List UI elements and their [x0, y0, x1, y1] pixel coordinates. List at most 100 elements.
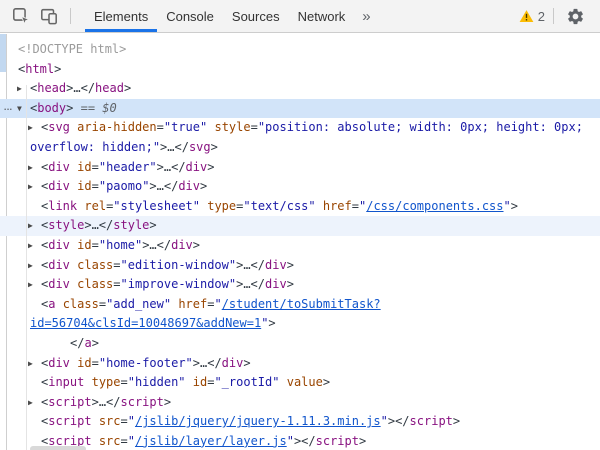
expand-arrow-icon[interactable]: ▶ [28, 158, 41, 178]
dom-text-segment: = [113, 258, 120, 272]
dom-tree-row[interactable]: ▶<style>…</style> [0, 216, 600, 236]
dom-text-segment: src [99, 434, 121, 448]
dom-text-segment: > [164, 395, 171, 409]
dom-tree-row[interactable]: id=56704&clsId=10048697&addNew=1"> [0, 314, 600, 334]
dom-tree-row[interactable]: <script src="/jslib/jquery/jquery-1.11.3… [0, 412, 600, 432]
dom-tree-row[interactable]: ▶<div id="paomo">…</div> [0, 177, 600, 197]
dom-text-segment: > [193, 238, 200, 252]
dom-text-segment: = [113, 277, 120, 291]
dom-tree-row[interactable]: ▶<script>…</script> [0, 393, 600, 413]
expand-arrow-icon[interactable]: ▶ [28, 275, 41, 295]
dom-text-segment: script [316, 434, 359, 448]
dom-tree-row[interactable]: <html> [0, 60, 600, 80]
dom-text-segment: = [92, 179, 99, 193]
dom-tree-row[interactable]: <link rel="stylesheet" type="text/css" h… [0, 197, 600, 217]
node-menu-icon[interactable]: ··· [3, 99, 12, 119]
dom-text-segment: div [48, 160, 70, 174]
dom-text-segment: type [207, 199, 236, 213]
dom-tree-row[interactable]: <a class="add_new" href="/student/toSubm… [0, 295, 600, 315]
dom-text-segment: " [504, 199, 511, 213]
dom-text-segment [55, 297, 62, 311]
dom-text-segment: = [92, 160, 99, 174]
tab-elements[interactable]: Elements [85, 0, 157, 32]
expand-arrow-icon[interactable]: ▶ [28, 236, 41, 256]
dom-text-segment: svg [189, 140, 211, 154]
expand-arrow-icon[interactable]: ▶ [17, 79, 30, 99]
dom-text-segment: >…</ [157, 160, 186, 174]
dom-text-segment: html [25, 62, 54, 76]
resource-link[interactable]: /css/components.css [366, 199, 503, 213]
expand-arrow-icon[interactable]: ▶ [28, 216, 41, 236]
dom-tree-row[interactable]: </a> [0, 334, 600, 354]
dom-tree-row[interactable]: ▶<head>…</head> [0, 79, 600, 99]
dom-text-segment: = [92, 356, 99, 370]
dom-text-segment: >…</ [92, 395, 121, 409]
dom-text-segment: "home-footer" [99, 356, 193, 370]
settings-button[interactable] [562, 3, 588, 29]
dom-tree-row[interactable]: ▶<div class="improve-window">…</div> [0, 275, 600, 295]
dom-text-segment: "_rootId" [214, 375, 279, 389]
tab-sources[interactable]: Sources [223, 0, 289, 32]
dom-text-segment: > [287, 258, 294, 272]
dom-tree-row[interactable]: ▶<svg aria-hidden="true" style="position… [0, 118, 600, 138]
dom-text-segment: svg [48, 120, 70, 134]
dom-text-segment: >…</ [149, 179, 178, 193]
dom-text-segment: >…</ [236, 258, 265, 272]
resource-link[interactable]: id=56704&clsId=10048697&addNew=1 [30, 316, 261, 330]
panel-tabs: ElementsConsoleSourcesNetwork [85, 0, 354, 32]
dom-tree-row[interactable]: <!DOCTYPE html> [0, 40, 600, 60]
inspect-element-icon [12, 7, 30, 25]
dom-text-segment [316, 199, 323, 213]
expand-arrow-icon[interactable]: ▶ [28, 256, 41, 276]
dom-tree-row[interactable]: <script src="/jslib/layer/layer.js"></sc… [0, 432, 600, 450]
dom-text-segment: rel [84, 199, 106, 213]
dom-text-segment: ></ [294, 434, 316, 448]
expand-arrow-icon[interactable]: ▶ [28, 118, 41, 138]
collapse-arrow-icon[interactable]: ▼ [17, 99, 30, 119]
resource-link[interactable]: /jslib/jquery/jquery-1.11.3.min.js [135, 414, 381, 428]
resource-link[interactable]: /student/toSubmitTask? [222, 297, 381, 311]
settings-gear-icon [566, 7, 585, 26]
inspect-element-button[interactable] [8, 3, 34, 29]
tab-console[interactable]: Console [157, 0, 223, 32]
warning-count: 2 [538, 9, 545, 24]
warning-triangle-icon [519, 9, 534, 23]
more-tabs-button[interactable]: » [354, 8, 378, 25]
dom-text-segment: id [77, 238, 91, 252]
dom-tree-row[interactable]: ▶<div id="home-footer">…</div> [0, 354, 600, 374]
dom-text-segment: value [287, 375, 323, 389]
dom-text-segment: = [121, 434, 128, 448]
dom-tree-row[interactable]: overflow: hidden;">…</svg> [0, 138, 600, 158]
device-toolbar-button[interactable] [36, 3, 62, 29]
dom-text-segment: > [511, 199, 518, 213]
dom-tree-row[interactable]: ···▼<body> == $0 [0, 99, 600, 119]
dom-text-segment: div [265, 258, 287, 272]
dom-text-segment: style [48, 218, 84, 232]
dom-tree-row[interactable]: ▶<div id="home">…</div> [0, 236, 600, 256]
issues-warning-button[interactable]: 2 [519, 9, 545, 24]
dom-tree-row[interactable]: ▶<div class="edition-window">…</div> [0, 256, 600, 276]
dom-text-segment: >…</ [160, 140, 189, 154]
dom-text-segment: head [95, 81, 124, 95]
dom-tree-row[interactable]: ▶<div id="header">…</div> [0, 158, 600, 178]
dom-text-segment: > [54, 62, 61, 76]
dom-text-segment: > [323, 375, 330, 389]
expand-arrow-icon[interactable]: ▶ [28, 354, 41, 374]
dom-text-segment: ></ [388, 414, 410, 428]
dom-text-segment: "hidden" [128, 375, 186, 389]
horizontal-scrollbar-thumb[interactable] [30, 446, 86, 450]
dom-text-segment: script [121, 395, 164, 409]
dom-text-segment: script [48, 395, 91, 409]
dom-text-segment: > [287, 277, 294, 291]
dom-text-segment: >…</ [66, 81, 95, 95]
dom-text-segment: head [37, 81, 66, 95]
dom-text-segment: >…</ [84, 218, 113, 232]
expand-arrow-icon[interactable]: ▶ [28, 393, 41, 413]
dom-text-segment: "header" [99, 160, 157, 174]
resource-link[interactable]: /jslib/layer/layer.js [135, 434, 287, 448]
dom-text-segment: = [157, 120, 164, 134]
dom-tree-row[interactable]: <input type="hidden" id="_rootId" value> [0, 373, 600, 393]
expand-arrow-icon[interactable]: ▶ [28, 177, 41, 197]
dom-text-segment: >…</ [236, 277, 265, 291]
tab-network[interactable]: Network [289, 0, 355, 32]
